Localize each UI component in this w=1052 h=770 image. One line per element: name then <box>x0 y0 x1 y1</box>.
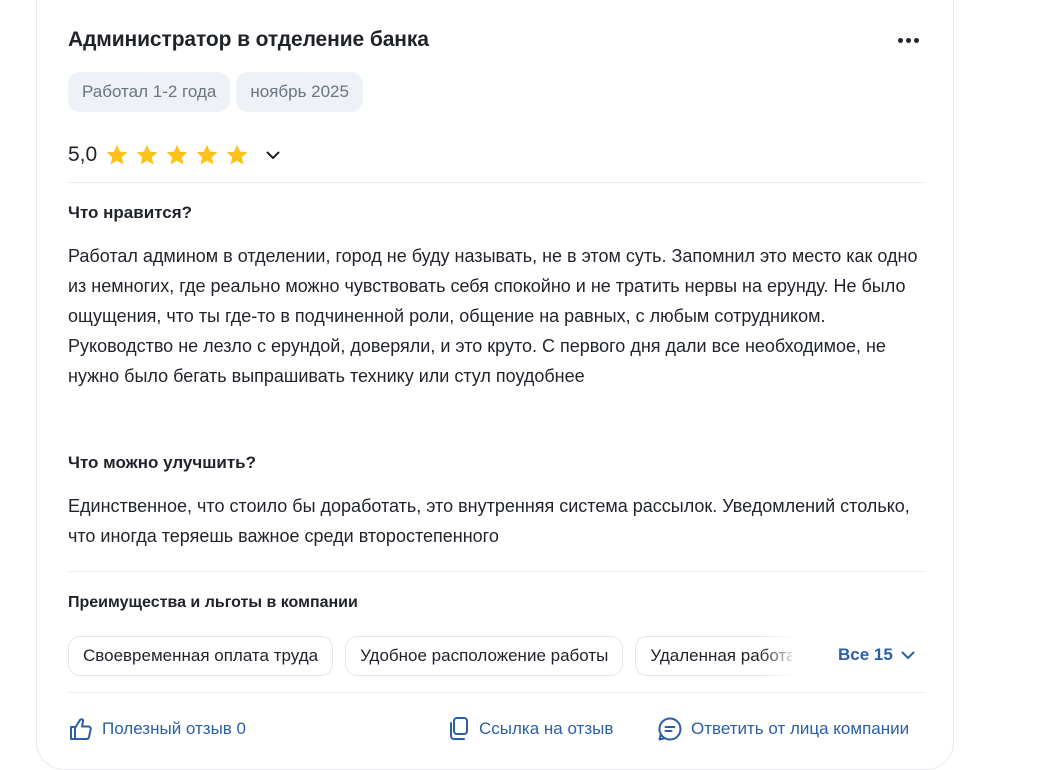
divider <box>68 692 926 693</box>
benefit-chips: Своевременная оплата труда Удобное распо… <box>68 636 792 676</box>
chips-fade <box>760 636 800 676</box>
reply-message-icon <box>658 717 682 741</box>
company-reply-label: Ответить от лица компании <box>691 719 910 738</box>
star-icon <box>226 144 248 165</box>
likes-text: Работал админом в отделении, город не бу… <box>68 246 918 386</box>
divider <box>68 182 926 183</box>
star-icon <box>106 144 128 165</box>
rating-details-toggle[interactable] <box>263 145 283 165</box>
rating-row: 5,0 <box>68 140 283 170</box>
tag-work-duration: Работал 1-2 года <box>68 72 231 112</box>
company-reply-button[interactable]: Ответить от лица компании <box>657 716 909 742</box>
benefit-chip[interactable]: Своевременная оплата труда <box>68 636 334 676</box>
copy-link-icon <box>450 717 468 740</box>
rating-stars <box>105 143 255 167</box>
review-link-label: Ссылка на отзыв <box>479 719 614 738</box>
rating-value: 5,0 <box>68 143 98 166</box>
benefit-chip[interactable]: Удобное расположение работы <box>345 636 624 676</box>
star-icon <box>136 144 158 165</box>
review-link-button[interactable]: Ссылка на отзыв <box>447 716 613 742</box>
likes-heading: Что нравится? <box>68 203 193 222</box>
benefits-heading: Преимущества и льготы в компании <box>68 594 358 611</box>
review-title: Администратор в отделение банка <box>68 28 429 51</box>
show-all-label: Все 15 <box>838 645 893 664</box>
review-tags: Работал 1-2 года ноябрь 2025 <box>68 72 363 112</box>
star-icon <box>196 144 218 165</box>
improve-text: Единственное, что стоило бы доработать, … <box>68 496 910 546</box>
helpful-review-button[interactable]: Полезный отзыв 0 <box>68 716 246 742</box>
divider <box>68 571 926 572</box>
tag-review-date: ноябрь 2025 <box>236 72 363 112</box>
show-all-benefits-button[interactable]: Все 15 <box>838 645 915 665</box>
improve-heading: Что можно улучшить? <box>68 453 257 472</box>
chevron-down-icon <box>266 151 280 159</box>
more-dots-icon <box>897 37 903 43</box>
more-options-button[interactable] <box>890 26 926 54</box>
helpful-label: Полезный отзыв 0 <box>102 719 247 738</box>
chevron-down-icon <box>901 651 915 659</box>
thumb-up-icon <box>70 718 92 740</box>
star-icon <box>166 144 188 165</box>
